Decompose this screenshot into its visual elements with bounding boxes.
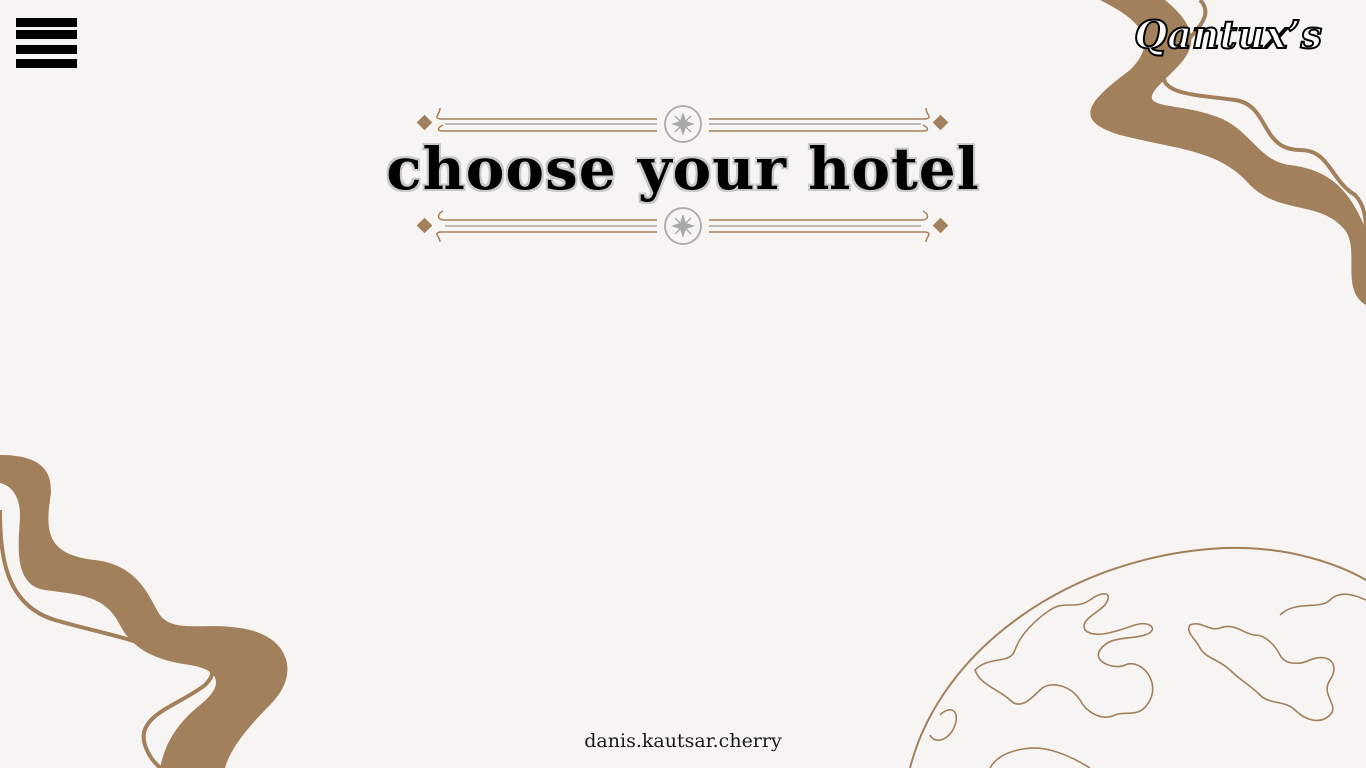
footer-credit: danis.kautsar.cherry — [584, 730, 782, 752]
brand-logo: Qantux’s — [1133, 11, 1323, 58]
wavy-ribbon-bottom-left — [0, 455, 288, 768]
page-title: choose your hotel — [386, 135, 980, 203]
title-section: choose your hotel — [0, 100, 1366, 250]
hamburger-menu-icon — [16, 18, 77, 68]
hotel-selection-screen: Qantux’s choose your hotel danis.kautsar… — [0, 0, 1366, 768]
hamburger-menu-button[interactable] — [16, 18, 77, 68]
ornament-bottom — [416, 207, 949, 245]
